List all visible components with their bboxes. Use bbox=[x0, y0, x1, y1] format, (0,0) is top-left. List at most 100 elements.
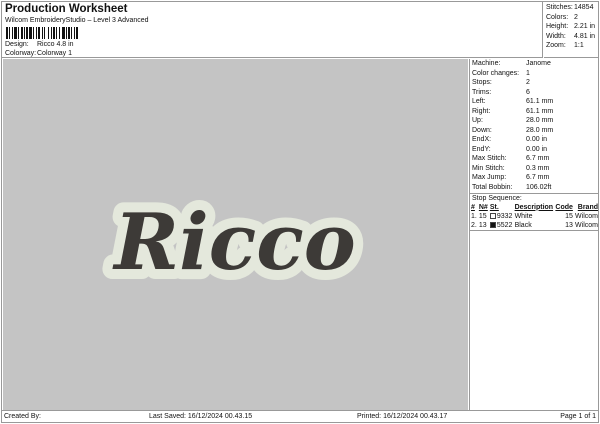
info-value: 0.00 in bbox=[526, 136, 548, 143]
info-value: 106.02ft bbox=[526, 183, 552, 191]
info-row: EndX: 0.00 in bbox=[470, 135, 599, 145]
worksheet-header: Production Worksheet Wilcom EmbroiderySt… bbox=[1, 1, 543, 58]
column-header: Description bbox=[514, 203, 554, 211]
page-title: Production Worksheet bbox=[5, 3, 128, 15]
info-row: Stops: 2 bbox=[470, 78, 599, 88]
needle: 15 bbox=[478, 212, 487, 220]
info-value: Janome bbox=[526, 60, 551, 67]
column-header: N# bbox=[478, 203, 488, 211]
design-value: Ricco 4.8 in bbox=[37, 41, 74, 48]
info-label: Color changes: bbox=[472, 69, 520, 77]
info-row: EndY: 0.00 in bbox=[470, 145, 599, 155]
design-preview: Ricco bbox=[3, 59, 468, 410]
stop-sequence-title: Stop Sequence: bbox=[470, 193, 599, 203]
info-value: 2 bbox=[526, 79, 530, 86]
color-swatch bbox=[489, 212, 496, 219]
column-header: Code bbox=[555, 203, 573, 211]
color-swatch bbox=[489, 221, 496, 228]
info-row: Total Bobbin: 106.02ft bbox=[470, 183, 599, 193]
info-value: 1 bbox=[526, 69, 530, 77]
info-value: 28.0 mm bbox=[526, 126, 554, 134]
column-header: Brand bbox=[577, 203, 598, 211]
info-row: Left: 61.1 mm bbox=[470, 97, 599, 107]
info-label: Left: bbox=[472, 98, 486, 105]
printed-date: Printed: 16/12/2024 00.43.17 bbox=[357, 413, 448, 420]
info-row: Up: 28.0 mm bbox=[470, 116, 599, 126]
info-label: Total Bobbin: bbox=[472, 183, 513, 191]
info-row: Height: 2.21 in bbox=[544, 22, 599, 32]
info-row: Down: 28.0 mm bbox=[470, 126, 599, 136]
info-row: Max Stitch: 6.7 mm bbox=[470, 154, 599, 164]
description: Black bbox=[514, 221, 532, 229]
code: 13 bbox=[565, 221, 573, 229]
colorway-label: Colorway: bbox=[5, 50, 37, 57]
software-name: Wilcom EmbroideryStudio – Level 3 Advanc… bbox=[5, 17, 149, 24]
info-value: 14854 bbox=[574, 4, 594, 11]
info-label: Up: bbox=[472, 117, 483, 124]
brand: Wilcom bbox=[575, 221, 598, 229]
last-saved: Last Saved: 16/12/2024 00.43.15 bbox=[149, 413, 253, 420]
info-label: Zoom: bbox=[546, 42, 566, 49]
info-row: Colors: 2 bbox=[544, 13, 599, 23]
description: White bbox=[514, 212, 533, 220]
row-index: 2. bbox=[471, 221, 477, 229]
column-header: # bbox=[471, 203, 475, 211]
info-value: 0.3 mm bbox=[526, 164, 550, 172]
design-row: Design: Ricco 4.8 in bbox=[5, 41, 74, 48]
code: 15 bbox=[565, 212, 573, 220]
info-row: Zoom: 1:1 bbox=[544, 41, 599, 51]
needle: 13 bbox=[478, 221, 487, 229]
info-value: 4.81 in bbox=[574, 32, 596, 40]
info-label: Machine: bbox=[472, 60, 501, 67]
info-row: Max Jump: 6.7 mm bbox=[470, 173, 599, 183]
stop-sequence-table: # N# St. Description Code Brand 1. 15 9332 White… bbox=[470, 203, 599, 230]
page-number: Page 1 of 1 bbox=[560, 413, 596, 420]
info-value: 0.00 in bbox=[526, 145, 548, 153]
info-label: Width: bbox=[546, 32, 566, 40]
info-label: Right: bbox=[472, 107, 491, 115]
table-row: 2. 13 5522 Black 13 Wilcom bbox=[470, 221, 599, 230]
info-label: EndY: bbox=[472, 145, 491, 153]
info-value: 2.21 in bbox=[574, 23, 596, 30]
info-row: Stitches: 14854 bbox=[544, 3, 599, 13]
info-label: EndX: bbox=[472, 136, 492, 143]
info-label: Down: bbox=[472, 126, 492, 134]
design-lettering: Ricco bbox=[112, 197, 355, 288]
brand: Wilcom bbox=[575, 212, 598, 220]
info-row: Color changes: 1 bbox=[470, 69, 599, 79]
info-label: Max Jump: bbox=[472, 174, 507, 181]
info-label: Stitches: bbox=[546, 4, 573, 11]
footer: Created By: Last Saved: 16/12/2024 00.43… bbox=[1, 410, 599, 423]
info-value: 2 bbox=[574, 13, 578, 21]
design-image: Ricco bbox=[102, 187, 365, 298]
info-row: Machine: Janome bbox=[470, 59, 599, 69]
info-value: 61.1 mm bbox=[526, 98, 554, 105]
stats-panel: Stitches: 14854 Colors: 2 Height: 2.21 in Widt… bbox=[544, 1, 599, 58]
stitch-count: 5522 bbox=[496, 221, 513, 229]
info-row: Right: 61.1 mm bbox=[470, 107, 599, 117]
info-value: 6 bbox=[526, 88, 530, 96]
info-value: 6.7 mm bbox=[526, 155, 550, 162]
info-row: Width: 4.81 in bbox=[544, 32, 599, 42]
column-header: St. bbox=[489, 203, 499, 211]
info-value: 1:1 bbox=[574, 42, 584, 49]
info-value: 6.7 mm bbox=[526, 174, 550, 181]
info-value: 61.1 mm bbox=[526, 107, 554, 115]
stitch-count: 9332 bbox=[496, 212, 513, 220]
info-value: 28.0 mm bbox=[526, 117, 554, 124]
info-label: Trims: bbox=[472, 88, 492, 96]
row-index: 1. bbox=[471, 212, 477, 220]
info-row: Min Stitch: 0.3 mm bbox=[470, 164, 599, 174]
barcode bbox=[6, 27, 104, 39]
details-panel: Machine: Janome Color changes: 1 Stops: 2 Trim… bbox=[469, 59, 599, 410]
info-row: Trims: 6 bbox=[470, 88, 599, 98]
colorway-row: Colorway:Colorway 1 bbox=[5, 50, 72, 57]
info-label: Min Stitch: bbox=[472, 164, 505, 172]
info-label: Stops: bbox=[472, 79, 492, 86]
table-row: 1. 15 9332 White 15 Wilcom bbox=[470, 212, 599, 221]
design-label: Design: bbox=[5, 41, 29, 48]
info-label: Max Stitch: bbox=[472, 155, 507, 162]
created-by: Created By: bbox=[4, 413, 41, 420]
colorway-value: Colorway 1 bbox=[37, 50, 73, 57]
info-label: Height: bbox=[546, 23, 569, 30]
